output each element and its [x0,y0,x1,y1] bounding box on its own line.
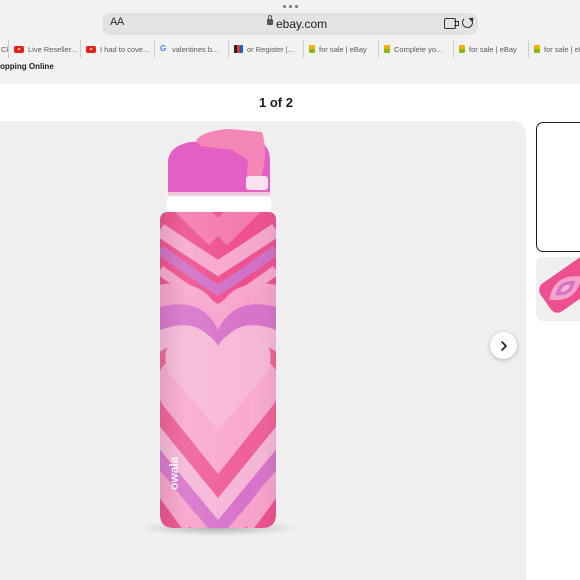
thumbnail-bottle-image [536,257,580,321]
ebay-icon [459,45,465,53]
reload-icon[interactable] [462,17,473,28]
tab-bar: Ck Live Reseller... I had to cove... G v… [0,40,580,58]
lock-icon [267,15,273,25]
chevron-right-icon [500,340,507,351]
tab-item[interactable]: Live Reseller... [9,40,81,58]
youtube-icon [14,45,24,53]
thumbnail-2[interactable] [536,257,580,321]
tab-label: for sale | eBay [544,44,580,54]
tab-label: Live Reseller... [28,44,78,54]
tab-item[interactable]: G valentines b... [155,40,229,58]
brand-logo: owala [167,456,181,490]
tab-label: valentines b... [172,44,219,54]
thumbnail-1[interactable] [536,122,580,252]
tab-label: I had to cove... [100,44,150,54]
youtube-icon [86,45,96,53]
image-counter: 1 of 2 [259,95,293,110]
text-size-button[interactable]: AA [110,16,124,28]
address-bar[interactable]: AA ebay.com [102,13,478,35]
ebay-icon [534,45,540,53]
tab-label: Complete yo... [394,44,443,54]
ebay-icon [309,45,315,53]
product-main-image[interactable]: owala [0,121,526,580]
water-bottle-image: owala [138,129,298,536]
next-image-button[interactable] [490,332,517,359]
ebay-register-icon [234,45,243,53]
tab-item[interactable]: for sale | eBay [529,40,580,58]
window-drag-handle[interactable] [280,2,300,10]
tab-item[interactable]: I had to cove... [81,40,155,58]
browser-chrome: AA ebay.com Ck Live Reseller... I had to… [0,0,580,84]
tab-item[interactable]: for sale | eBay [454,40,529,58]
tab-label: for sale | eBay [319,44,367,54]
google-icon: G [160,44,167,53]
tab-label: or Register |... [247,44,294,54]
address-domain[interactable]: ebay.com [276,17,327,31]
tab-item[interactable]: or Register |... [229,40,304,58]
tab-item[interactable]: for sale | eBay [304,40,379,58]
tab-label: for sale | eBay [469,44,517,54]
ebay-icon [384,45,390,53]
bookmark-item[interactable]: opping Online [0,62,54,71]
reader-icon[interactable] [444,18,459,29]
tab-item[interactable]: Ck [0,40,9,58]
tab-label: Ck [1,44,8,54]
tab-item[interactable]: Complete yo... [379,40,454,58]
